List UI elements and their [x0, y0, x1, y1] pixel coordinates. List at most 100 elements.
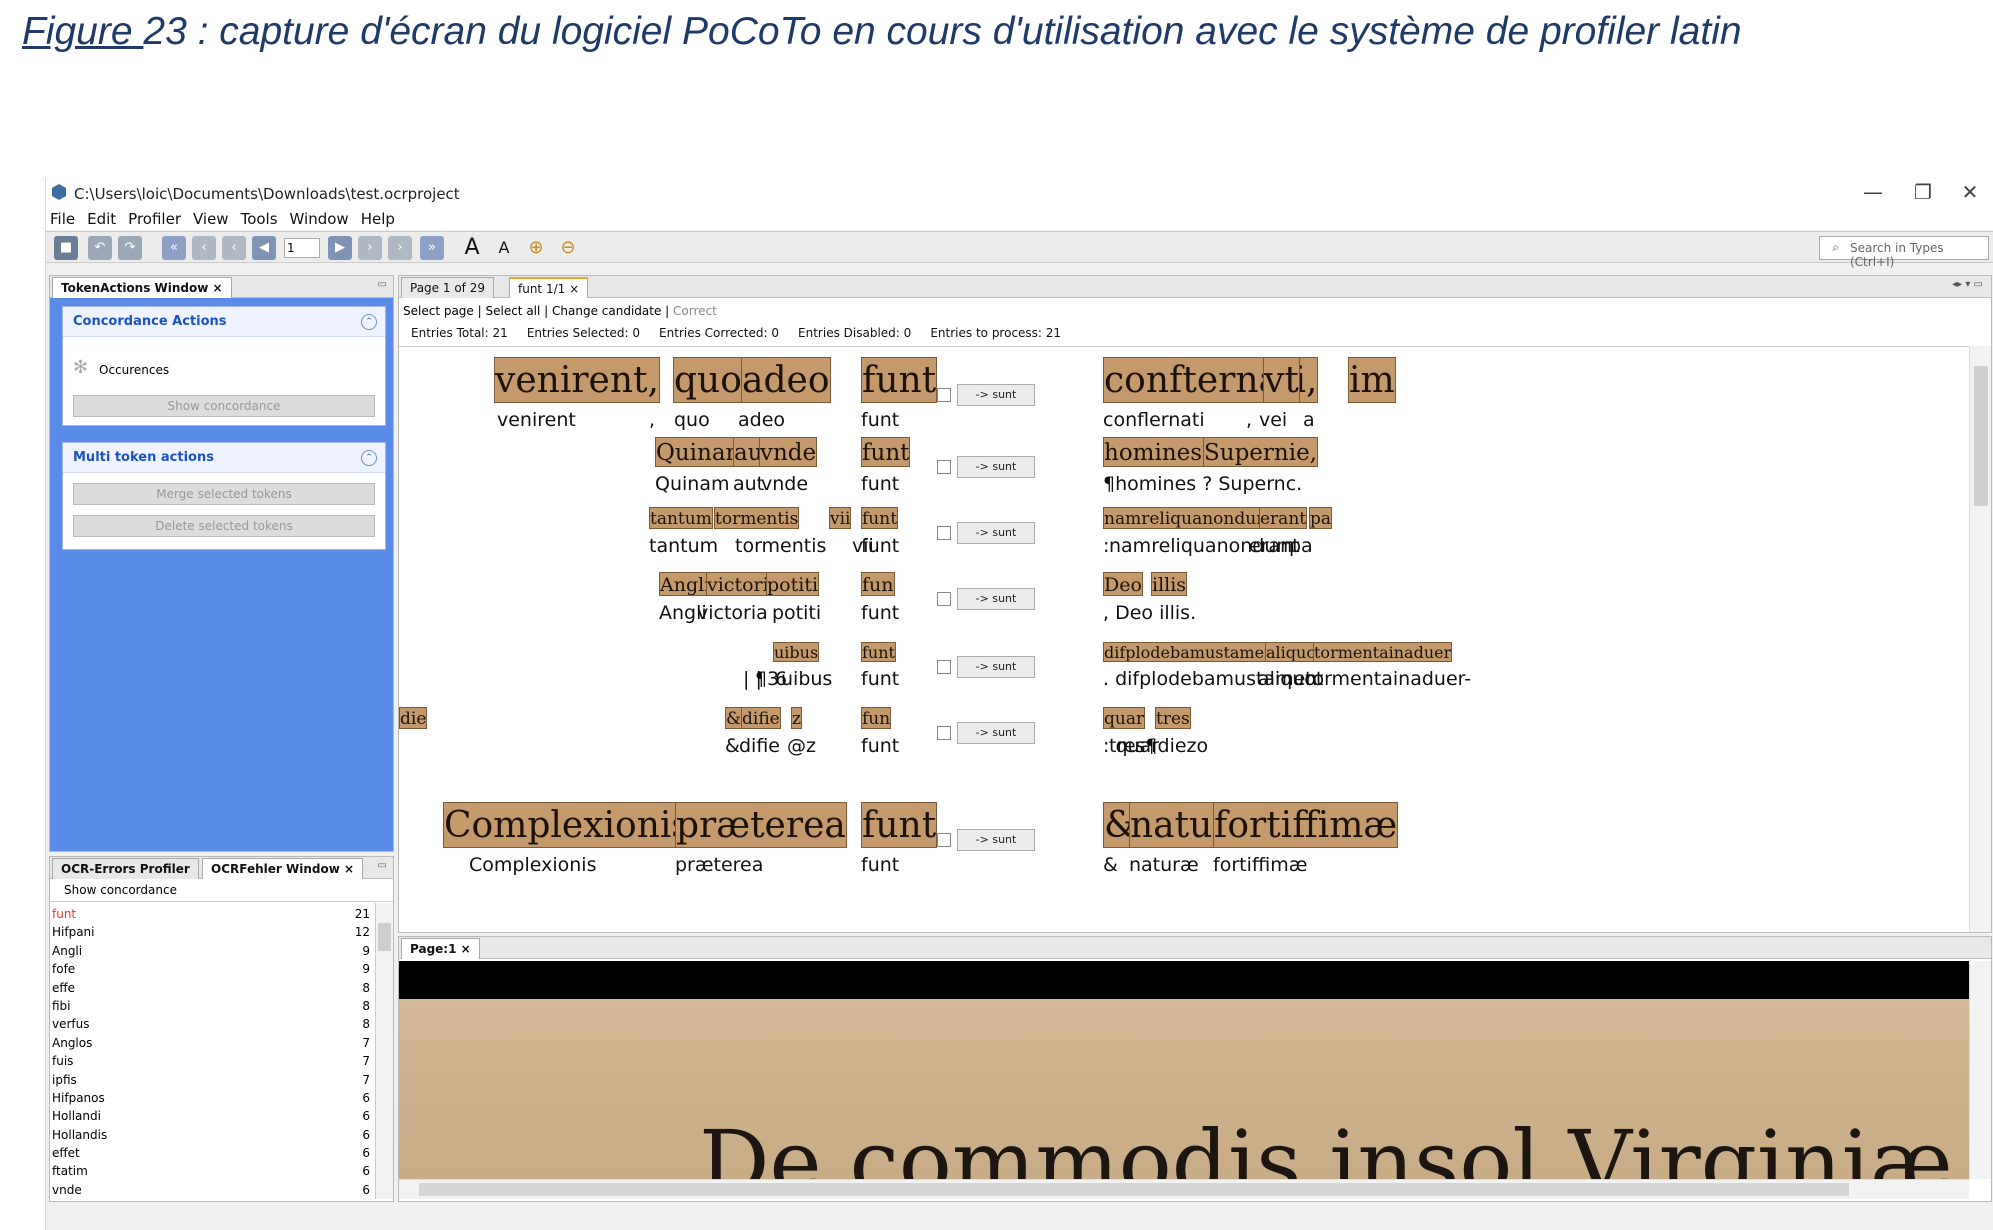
- scan-token[interactable]: adeo: [741, 357, 831, 403]
- ocr-token[interactable]: &: [1103, 854, 1118, 876]
- list-item[interactable]: verfus 8: [50, 1017, 392, 1035]
- list-item[interactable]: ftatim 6: [50, 1164, 392, 1182]
- scan-token[interactable]: z: [791, 707, 802, 729]
- list-item[interactable]: Hifpanos 6: [50, 1091, 392, 1109]
- ocr-token[interactable]: tantum: [649, 535, 718, 557]
- scan-token[interactable]: erant: [1259, 507, 1308, 529]
- list-item[interactable]: fibi 8: [50, 999, 392, 1017]
- scan-token[interactable]: fortiffimæ: [1213, 802, 1399, 848]
- scan-token-center[interactable]: funt: [861, 437, 911, 467]
- ocr-token[interactable]: Complexionis: [469, 854, 596, 876]
- scan-token[interactable]: Supernie,: [1203, 437, 1318, 467]
- ocr-token[interactable]: ,: [1246, 409, 1252, 431]
- collapse-icon[interactable]: ⌃: [361, 450, 377, 466]
- zoom-in-icon[interactable]: ⊕: [524, 236, 548, 260]
- tab-funt[interactable]: funt 1/1 ×: [509, 277, 589, 298]
- scan-token[interactable]: Deo: [1103, 572, 1143, 596]
- scan-token[interactable]: im: [1348, 357, 1396, 403]
- ocr-token-center[interactable]: funt: [861, 602, 899, 624]
- select-checkbox[interactable]: [937, 460, 951, 474]
- show-concordance-button[interactable]: Show concordance: [73, 395, 375, 417]
- select-checkbox[interactable]: [937, 388, 951, 402]
- scan-token[interactable]: vii: [829, 507, 852, 529]
- list-item[interactable]: ipfis 7: [50, 1073, 392, 1091]
- error-list-scrollbar[interactable]: [375, 903, 393, 1199]
- tab-ocr-errors-profiler[interactable]: OCR-Errors Profiler: [52, 858, 199, 879]
- minimize-panel-icon[interactable]: ▭: [378, 279, 387, 290]
- page-h-scrollbar[interactable]: [399, 1179, 1969, 1199]
- tab-token-actions[interactable]: TokenActions Window ×: [52, 277, 232, 298]
- ocr-token[interactable]: vei: [1259, 409, 1287, 431]
- select-all-button[interactable]: Select all: [485, 304, 540, 318]
- scan-token[interactable]: vt: [1263, 357, 1300, 403]
- scan-token[interactable]: Complexionis: [443, 802, 691, 848]
- ocr-token[interactable]: uibus: [781, 668, 832, 690]
- ocr-token[interactable]: , Deo illis.: [1103, 602, 1196, 624]
- select-checkbox[interactable]: [937, 726, 951, 740]
- close-button[interactable]: ✕: [1950, 180, 1990, 204]
- correct-button[interactable]: Correct: [673, 304, 717, 318]
- menu-help[interactable]: Help: [361, 210, 395, 228]
- scan-token[interactable]: difie: [741, 707, 781, 729]
- scrollbar-thumb[interactable]: [1974, 366, 1988, 506]
- tab-close-icon[interactable]: ×: [461, 942, 471, 956]
- minimize-button[interactable]: —: [1853, 180, 1893, 204]
- suggestion-sunt-button[interactable]: -> sunt: [957, 384, 1035, 406]
- suggestion-sunt-button[interactable]: -> sunt: [957, 722, 1035, 744]
- ocr-token[interactable]: &: [725, 735, 740, 757]
- scan-token[interactable]: vnde: [759, 437, 818, 467]
- list-item[interactable]: fuis 7: [50, 1054, 392, 1072]
- ocr-token[interactable]: tormentainaduer-: [1305, 668, 1471, 690]
- forward-five-icon[interactable]: ›: [358, 236, 382, 260]
- scrollbar-thumb[interactable]: [378, 923, 391, 951]
- menu-profiler[interactable]: Profiler: [128, 210, 181, 228]
- first-page-icon[interactable]: «: [162, 236, 186, 260]
- menu-view[interactable]: View: [193, 210, 229, 228]
- tab-page[interactable]: Page 1 of 29: [401, 277, 494, 298]
- redo-icon[interactable]: ↷: [118, 236, 142, 260]
- ocr-token[interactable]: pa: [1289, 535, 1313, 557]
- scan-token-center[interactable]: fun: [861, 707, 892, 729]
- tab-close-icon[interactable]: ×: [344, 862, 354, 876]
- list-item[interactable]: Hollandi 6: [50, 1109, 392, 1127]
- back-five-icon[interactable]: ‹: [222, 236, 246, 260]
- ocr-token[interactable]: @z: [787, 735, 816, 757]
- tab-page-image[interactable]: Page:1 ×: [401, 938, 480, 959]
- font-decrease-icon[interactable]: A: [492, 236, 516, 260]
- list-item[interactable]: Anglos 7: [50, 1036, 392, 1054]
- ocr-token-center[interactable]: funt: [861, 735, 899, 757]
- select-checkbox[interactable]: [937, 833, 951, 847]
- scan-token[interactable]: uibus: [773, 642, 820, 662]
- tab-close-icon[interactable]: ×: [213, 281, 223, 295]
- restore-button[interactable]: ❐: [1903, 180, 1943, 204]
- scan-token-center[interactable]: fun: [861, 572, 895, 596]
- ocr-token-center[interactable]: funt: [861, 473, 899, 495]
- back-ten-icon[interactable]: ‹: [192, 236, 216, 260]
- scan-token[interactable]: namreliquanondum: [1103, 507, 1274, 529]
- ocr-token[interactable]: adeo: [738, 409, 785, 431]
- ocr-token[interactable]: quo: [674, 409, 710, 431]
- scan-token[interactable]: pa: [1309, 507, 1333, 529]
- ocr-token[interactable]: a: [1303, 409, 1315, 431]
- font-increase-icon[interactable]: A: [460, 236, 484, 260]
- page-number-input[interactable]: 1: [284, 238, 320, 258]
- scan-token[interactable]: venirent,: [494, 357, 660, 403]
- next-page-icon[interactable]: ▶: [328, 236, 352, 260]
- ocr-token[interactable]: præterea: [675, 854, 763, 876]
- ocr-token[interactable]: fortiffimæ: [1213, 854, 1307, 876]
- scan-token-center[interactable]: funt: [861, 507, 899, 529]
- ocr-token[interactable]: conflernati: [1103, 409, 1205, 431]
- menu-tools[interactable]: Tools: [241, 210, 278, 228]
- ocr-token-center[interactable]: funt: [861, 409, 899, 431]
- select-checkbox[interactable]: [937, 526, 951, 540]
- ocr-token[interactable]: vnde: [761, 473, 808, 495]
- ocr-token[interactable]: aut: [733, 473, 764, 495]
- ocr-token[interactable]: naturæ: [1129, 854, 1199, 876]
- ocr-token[interactable]: ,: [649, 409, 655, 431]
- scan-token[interactable]: illis: [1151, 572, 1188, 596]
- ocr-token[interactable]: victoria: [697, 602, 768, 624]
- ocr-token-center[interactable]: funt: [861, 535, 899, 557]
- scan-token[interactable]: tantum: [649, 507, 713, 529]
- scan-token-center[interactable]: funt: [861, 357, 938, 403]
- scan-token[interactable]: &: [725, 707, 743, 729]
